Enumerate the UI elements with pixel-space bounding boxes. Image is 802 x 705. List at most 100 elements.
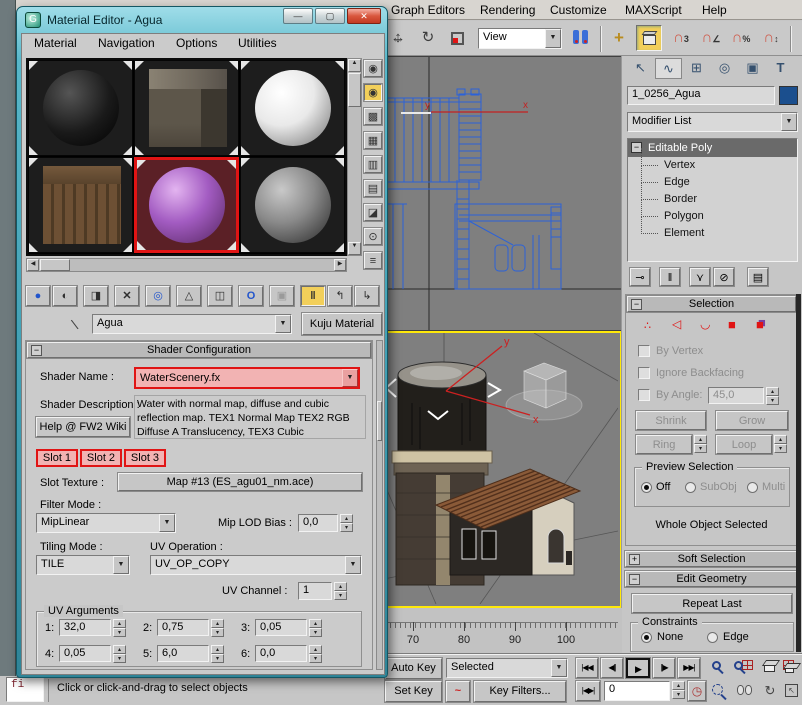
dropdown-arrow-icon[interactable]: ▼ [781, 113, 797, 131]
material-slot-gray-sphere[interactable] [240, 157, 345, 253]
grow-button[interactable]: Grow [716, 411, 788, 430]
uv-channel-field[interactable]: 1 [298, 582, 332, 600]
slot-3-tab[interactable]: Slot 3 [124, 449, 166, 467]
auto-key-button[interactable]: Auto Key [385, 658, 442, 679]
by-angle-checkbox[interactable] [638, 389, 650, 401]
menu-help[interactable]: Help [694, 0, 735, 20]
uv-arg-2-field[interactable]: 0,75 [157, 619, 209, 636]
go-to-start-button[interactable]: |◀◀ [576, 658, 598, 678]
tab-create[interactable]: ↖ [627, 58, 654, 79]
tiling-mode-dropdown[interactable]: TILE ▼ [36, 555, 130, 575]
shader-config-header[interactable]: − Shader Configuration [27, 342, 371, 358]
go-forward-to-sibling-button[interactable]: ↳ [355, 286, 379, 306]
dropdown-arrow-icon[interactable]: ▼ [113, 556, 129, 574]
snap-toggle-3d-button[interactable]: ∩3 [668, 25, 694, 51]
configure-modifier-sets-button[interactable]: ▤ [748, 268, 768, 286]
edit-geometry-rollout-header[interactable]: − Edit Geometry [625, 571, 798, 587]
uv-arg-4-spinner[interactable]: ▴▾ [113, 645, 126, 662]
pan-view-button[interactable] [733, 681, 757, 702]
zoom-extents-all-button[interactable] [781, 658, 802, 679]
select-and-scale-button[interactable] [445, 25, 471, 51]
constraints-none-radio[interactable] [641, 632, 652, 643]
zoom-extents-button[interactable] [758, 658, 782, 679]
put-to-library-button[interactable]: ◫ [208, 286, 232, 306]
material-slot-agua-selected[interactable] [134, 157, 239, 253]
remove-modifier-button[interactable]: ⊘ [714, 268, 734, 286]
polygon-subobject-icon[interactable]: ■ [728, 317, 736, 332]
by-angle-spinner[interactable]: ▴▾ [766, 387, 779, 404]
uv-arg-4-field[interactable]: 0,05 [59, 645, 111, 662]
current-frame-field[interactable]: 0 [604, 681, 670, 701]
material-slot-building-cube[interactable] [134, 60, 239, 156]
close-button[interactable]: ✕ [347, 8, 381, 24]
uv-arg-1-spinner[interactable]: ▴▾ [113, 619, 126, 636]
maximize-viewport-toggle-button[interactable]: ↖ [781, 681, 802, 702]
set-key-mode-icon-button[interactable]: ~ [446, 681, 470, 702]
key-mode-toggle-button[interactable]: |◀▶| [576, 681, 600, 701]
angle-snap-toggle-button[interactable]: ∩∠ [698, 25, 724, 51]
repeat-last-button[interactable]: Repeat Last [632, 594, 792, 613]
dropdown-arrow-icon[interactable]: ▼ [345, 556, 361, 574]
material-slot-white-sphere[interactable] [240, 60, 345, 156]
select-and-move-button[interactable]: ↔ ↕ [385, 25, 411, 51]
scroll-thumb[interactable] [40, 259, 70, 271]
show-end-result-button[interactable]: ‖ [301, 286, 325, 306]
dropdown-arrow-icon[interactable]: ▼ [159, 514, 175, 532]
play-button[interactable]: ▶ [626, 658, 650, 678]
panel-scrollbar[interactable] [796, 294, 801, 652]
next-frame-button[interactable]: ||▶ [653, 658, 675, 678]
ring-button[interactable]: Ring [636, 435, 692, 454]
stack-row-element[interactable]: Element [628, 225, 797, 242]
track-bar[interactable]: 70 80 90 100 [382, 608, 622, 654]
viewport-perspective-active[interactable]: y x [382, 331, 622, 608]
delete-material-button[interactable]: ✕ [115, 286, 139, 306]
scroll-thumb[interactable] [377, 401, 382, 441]
show-end-result-stack-button[interactable]: ‖ [660, 268, 680, 286]
minimize-button[interactable]: — [283, 8, 313, 24]
constraints-edge-radio[interactable] [707, 632, 718, 643]
shader-name-dropdown[interactable]: WaterScenery.fx ▼ [134, 367, 360, 389]
make-unique-button[interactable]: △ [177, 286, 201, 306]
scroll-left-icon[interactable]: ◀ [27, 259, 39, 271]
select-and-manipulate-button[interactable]: + [606, 25, 632, 51]
by-vertex-checkbox[interactable] [638, 345, 650, 357]
stack-row-vertex[interactable]: Vertex [628, 157, 797, 174]
loop-button[interactable]: Loop [716, 435, 772, 454]
stack-row-polygon[interactable]: Polygon [628, 208, 797, 225]
shrink-button[interactable]: Shrink [636, 411, 706, 430]
soft-selection-rollout-header[interactable]: + Soft Selection [625, 551, 798, 567]
stack-row-edge[interactable]: Edge [628, 174, 797, 191]
filter-mode-dropdown[interactable]: MipLinear ▼ [36, 513, 176, 533]
modifier-list-dropdown[interactable]: Modifier List ▼ [627, 112, 798, 132]
slot-1-tab[interactable]: Slot 1 [36, 449, 78, 467]
background-button[interactable]: ▩ [364, 108, 382, 125]
border-subobject-icon[interactable]: ◡ [700, 317, 710, 331]
material-slot-black-sphere[interactable] [28, 60, 133, 156]
scroll-up-icon[interactable]: ▲ [348, 59, 361, 72]
element-subobject-icon[interactable]: ■ [756, 317, 764, 332]
pick-material-eyedropper[interactable]: ∖ [68, 314, 89, 335]
region-zoom-button[interactable] [708, 681, 732, 702]
me-menu-material[interactable]: Material [26, 34, 85, 53]
sample-type-sphere-button[interactable]: ◉ [364, 60, 382, 77]
mip-lod-bias-field[interactable]: 0,0 [298, 514, 338, 532]
zoom-button[interactable] [708, 658, 732, 679]
preview-subobj-radio[interactable] [685, 482, 696, 493]
video-color-check-button[interactable]: ▥ [364, 156, 382, 173]
backlight-button[interactable]: ◉ [364, 84, 382, 101]
snaps-toggle-button[interactable] [636, 25, 662, 51]
stack-row-border[interactable]: Border [628, 191, 797, 208]
material-editor-options-button[interactable]: ◪ [364, 204, 382, 221]
tab-modify-active[interactable]: ∿ [655, 58, 682, 79]
uv-arg-5-spinner[interactable]: ▴▾ [211, 645, 224, 662]
dropdown-arrow-icon[interactable]: ▼ [545, 29, 561, 48]
tab-hierarchy[interactable]: ⊞ [683, 58, 710, 79]
preview-multi-radio[interactable] [747, 482, 758, 493]
vertex-subobject-icon[interactable]: ∴ [644, 319, 651, 332]
time-configuration-button[interactable]: ◷ [688, 681, 706, 701]
maxscript-mini-listener[interactable]: fi [6, 677, 44, 702]
slot-vertical-scrollbar[interactable]: ▲ ▼ [347, 58, 362, 256]
mip-lod-bias-spinner[interactable]: ▴▾ [340, 514, 353, 532]
me-menu-options[interactable]: Options [168, 34, 225, 53]
zoom-all-button[interactable] [733, 658, 757, 679]
